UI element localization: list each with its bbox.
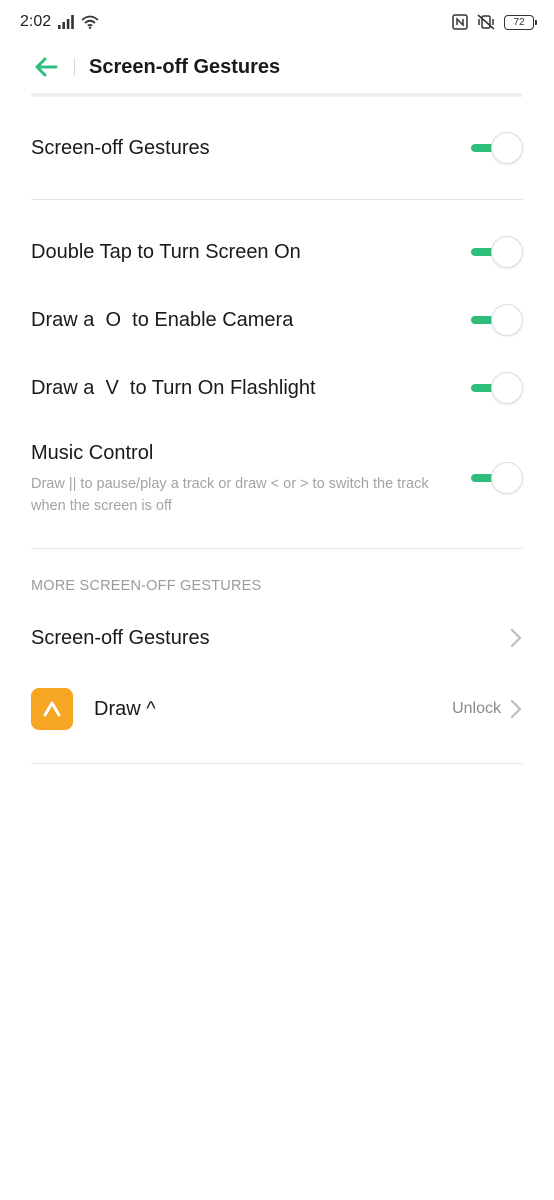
signal-icon — [58, 15, 74, 29]
divider — [31, 763, 523, 764]
draw-caret-row[interactable]: Draw ^ Unlock — [31, 688, 523, 730]
header-divider — [74, 58, 75, 76]
master-toggle-row[interactable]: Screen-off Gestures — [31, 128, 523, 168]
draw-caret-left: Draw ^ — [31, 688, 156, 730]
settings-screen: 2:02 72 Screen-off Gestures Screen-off G… — [0, 0, 554, 1200]
master-toggle-switch[interactable] — [471, 132, 523, 164]
more-gestures-label: Screen-off Gestures — [31, 626, 210, 649]
battery-icon: 72 — [504, 14, 537, 30]
divider — [31, 199, 523, 200]
status-left: 2:02 — [20, 13, 99, 31]
camera-toggle-switch[interactable] — [471, 304, 523, 336]
status-bar: 2:02 72 — [0, 0, 554, 44]
music-control-row[interactable]: Music Control Draw || to pause/play a tr… — [31, 440, 523, 518]
gesture-label: Draw a O to Enable Camera — [31, 308, 294, 331]
gesture-label: Draw a V to Turn On Flashlight — [31, 376, 316, 399]
toggle-knob — [491, 236, 523, 268]
draw-caret-app-icon — [31, 688, 73, 730]
gesture-row-double-tap[interactable]: Double Tap to Turn Screen On — [31, 232, 523, 272]
nfc-icon — [452, 14, 468, 30]
caret-glyph-icon — [43, 701, 61, 717]
double-tap-toggle-switch[interactable] — [471, 236, 523, 268]
music-control-toggle-switch[interactable] — [471, 462, 523, 494]
wifi-icon — [81, 15, 99, 29]
section-header-more: MORE SCREEN-OFF GESTURES — [31, 578, 262, 594]
music-control-description: Draw || to pause/play a track or draw < … — [31, 475, 429, 514]
vibrate-off-icon — [477, 14, 495, 30]
app-header: Screen-off Gestures — [0, 44, 554, 90]
chevron-right-icon — [510, 699, 522, 719]
flashlight-toggle-switch[interactable] — [471, 372, 523, 404]
back-arrow-icon — [35, 57, 58, 77]
toggle-knob — [491, 462, 523, 494]
toggle-knob — [491, 304, 523, 336]
gesture-label: Double Tap to Turn Screen On — [31, 240, 301, 263]
music-control-title: Music Control — [31, 441, 154, 464]
gesture-row-flashlight[interactable]: Draw a V to Turn On Flashlight — [31, 368, 523, 408]
more-gestures-link[interactable]: Screen-off Gestures — [31, 618, 523, 658]
status-right: 72 — [452, 14, 537, 30]
toggle-knob — [491, 372, 523, 404]
page-title: Screen-off Gestures — [89, 55, 281, 78]
master-toggle-label: Screen-off Gestures — [31, 136, 210, 159]
toggle-knob — [491, 132, 523, 164]
draw-caret-label: Draw ^ — [94, 697, 156, 720]
chevron-right-icon — [510, 628, 522, 648]
battery-level: 72 — [513, 17, 525, 28]
divider — [31, 548, 523, 549]
draw-caret-right: Unlock — [452, 698, 523, 720]
gesture-row-camera[interactable]: Draw a O to Enable Camera — [31, 300, 523, 340]
unlock-status: Unlock — [452, 700, 501, 717]
back-button[interactable] — [30, 51, 62, 83]
status-time: 2:02 — [20, 13, 52, 30]
music-control-text: Music Control Draw || to pause/play a tr… — [31, 442, 431, 517]
header-shadow — [31, 93, 523, 97]
